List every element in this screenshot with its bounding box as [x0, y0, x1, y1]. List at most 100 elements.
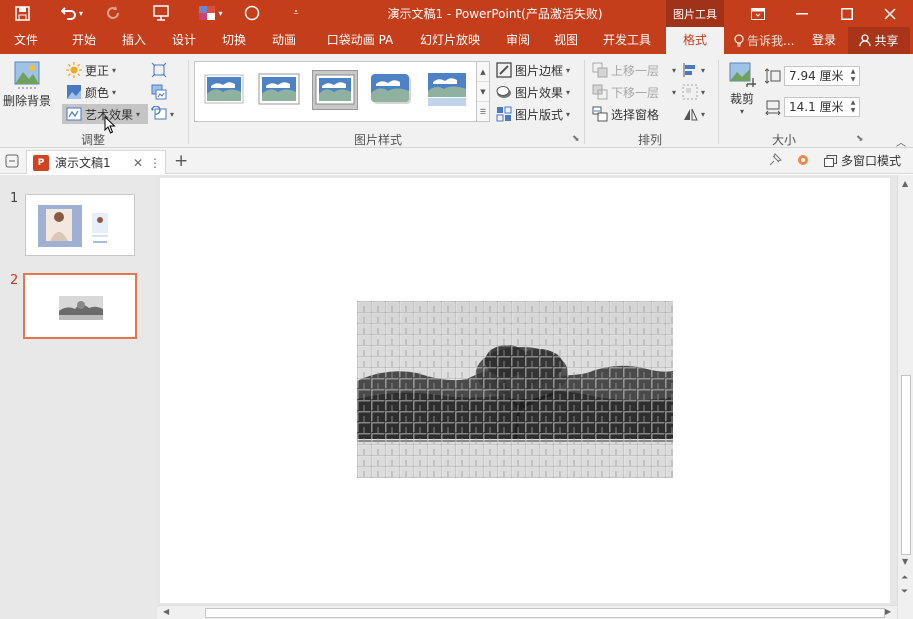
vertical-scroll-thumb[interactable]: [901, 375, 911, 555]
tab-list-icon[interactable]: [5, 154, 19, 171]
height-value: 7.94 厘米: [789, 69, 844, 83]
picture-layout-label: 图片版式: [515, 107, 564, 122]
slide-thumbnail-1[interactable]: [25, 194, 135, 256]
document-tab-name: 演示文稿1: [55, 156, 111, 170]
horizontal-scroll-thumb[interactable]: [205, 608, 885, 618]
scroll-right-icon[interactable]: ▶: [885, 607, 891, 616]
picture-border-icon: [496, 62, 512, 78]
dialog-launcher-icon[interactable]: ⬊: [856, 134, 864, 144]
slide-thumbnails-pane: 1 2: [0, 175, 157, 619]
tab-options-icon[interactable]: ⋮: [149, 156, 161, 170]
dialog-launcher-icon[interactable]: ⬊: [572, 134, 580, 144]
multi-window-label: 多窗口模式: [841, 154, 902, 168]
chevron-down-icon: ▾: [136, 109, 141, 119]
tab-animations[interactable]: 动画: [262, 27, 306, 54]
chevron-down-icon: ▾: [112, 87, 117, 97]
tab-format[interactable]: 格式: [666, 27, 724, 54]
scroll-down-icon[interactable]: ▼: [902, 557, 908, 566]
close-icon[interactable]: [867, 0, 913, 27]
redo-icon[interactable]: [104, 3, 124, 23]
artistic-effects-icon: [66, 106, 82, 122]
new-tab-icon[interactable]: +: [174, 151, 188, 171]
gallery-more-icon[interactable]: ☰: [477, 102, 489, 121]
pin-icon[interactable]: [768, 153, 782, 170]
compress-pictures-button[interactable]: [151, 60, 167, 80]
rotate-button[interactable]: ▾: [682, 104, 705, 124]
title-bar: ▾ ▾ ⩡ 演示文稿1 - PowerPoint(产品激活失败) 图片工具: [0, 0, 913, 27]
tell-me-search[interactable]: 告诉我...: [734, 27, 794, 54]
picture-style-option[interactable]: [312, 70, 358, 110]
share-button[interactable]: 共享: [848, 27, 910, 54]
picture-border-button[interactable]: 图片边框 ▾: [496, 60, 570, 80]
presentation-icon[interactable]: [150, 3, 172, 23]
gallery-scroll[interactable]: ▲ ▼ ☰: [476, 61, 490, 122]
collapse-ribbon-icon[interactable]: ︿: [896, 134, 906, 149]
width-spinner[interactable]: ▲ ▼: [847, 98, 859, 116]
horizontal-scrollbar[interactable]: ◀ ▶: [157, 605, 897, 619]
picture-style-option[interactable]: [201, 70, 247, 110]
arrange-group-label: 排列: [637, 133, 662, 147]
selection-pane-button[interactable]: 选择窗格: [592, 104, 659, 124]
minimize-icon[interactable]: [779, 0, 825, 27]
multi-window-mode-button[interactable]: 多窗口模式: [824, 152, 901, 169]
current-slide[interactable]: [160, 178, 890, 603]
crop-label: 裁剪: [729, 92, 754, 106]
document-tab[interactable]: P 演示文稿1 ✕ ⋮: [26, 150, 166, 174]
chevron-down-icon: ▾: [672, 87, 677, 97]
height-spinner[interactable]: ▲ ▼: [847, 67, 859, 85]
tab-insert[interactable]: 插入: [112, 27, 156, 54]
slide-picture-embossed-tree[interactable]: [357, 301, 673, 478]
bring-forward-button[interactable]: 上移一层 ▾: [592, 60, 676, 80]
group-button[interactable]: ▾: [682, 82, 705, 102]
picture-layout-button[interactable]: 图片版式 ▾: [496, 104, 570, 124]
bring-forward-label: 上移一层: [611, 63, 660, 78]
tab-review[interactable]: 审阅: [496, 27, 540, 54]
customize-qat-icon[interactable]: ⩡: [288, 3, 304, 23]
previous-slide-icon[interactable]: ⏶: [901, 573, 908, 583]
picture-style-option[interactable]: [256, 70, 302, 110]
tab-home[interactable]: 开始: [62, 27, 106, 54]
reset-picture-button[interactable]: ▾: [151, 104, 174, 124]
settings-gear-icon[interactable]: [796, 153, 810, 170]
remove-background-button[interactable]: 删除背景: [2, 60, 52, 109]
tab-design[interactable]: 设计: [162, 27, 206, 54]
tab-slideshow[interactable]: 幻灯片放映: [412, 27, 488, 54]
remove-background-label: 删除背景: [2, 94, 51, 108]
document-tab-strip: P 演示文稿1 ✕ ⋮ + 多窗口模式: [0, 148, 913, 174]
width-field[interactable]: 14.1 厘米 ▲ ▼: [784, 97, 860, 117]
theme-colors-icon[interactable]: ▾: [196, 3, 226, 23]
save-icon[interactable]: [10, 3, 34, 23]
window-title: 演示文稿1 - PowerPoint(产品激活失败): [387, 7, 603, 21]
maximize-icon[interactable]: [824, 0, 870, 27]
picture-styles-gallery: [194, 61, 477, 122]
shape-circle-icon[interactable]: [242, 3, 262, 23]
ribbon-display-options-icon[interactable]: [735, 0, 781, 27]
change-picture-button[interactable]: [151, 82, 167, 102]
close-tab-icon[interactable]: ✕: [133, 156, 143, 170]
tab-transitions[interactable]: 切换: [212, 27, 256, 54]
slide-editing-area: [157, 175, 897, 605]
ribbon: 删除背景 更正 ▾ 颜色 ▾ 艺术效果 ▾ ▾ 调整 ▲ ▼ ☰ 图片边框 ▾ …: [0, 54, 913, 149]
color-button[interactable]: 颜色 ▾: [66, 82, 116, 102]
undo-icon[interactable]: ▾: [55, 3, 89, 23]
align-button[interactable]: ▾: [682, 60, 705, 80]
slide-thumbnail-2[interactable]: [23, 273, 137, 339]
next-slide-icon[interactable]: ⏷: [901, 587, 908, 597]
gallery-down-icon[interactable]: ▼: [477, 82, 489, 102]
send-backward-button[interactable]: 下移一层 ▾: [592, 82, 676, 102]
scroll-left-icon[interactable]: ◀: [163, 607, 169, 616]
picture-effects-button[interactable]: 图片效果 ▾: [496, 82, 570, 102]
crop-button[interactable]: 裁剪 ▾: [724, 60, 760, 116]
gallery-up-icon[interactable]: ▲: [477, 62, 489, 82]
picture-style-option[interactable]: [424, 70, 470, 110]
vertical-scrollbar[interactable]: ▲ ▼ ⏶ ⏷: [897, 175, 913, 619]
corrections-button[interactable]: 更正 ▾: [66, 60, 116, 80]
tab-developer[interactable]: 开发工具: [594, 27, 660, 54]
login-link[interactable]: 登录: [812, 27, 836, 54]
tab-view[interactable]: 视图: [544, 27, 588, 54]
tab-pocket-animation[interactable]: 口袋动画 PA: [318, 27, 402, 54]
tab-file[interactable]: 文件: [4, 27, 48, 54]
height-field[interactable]: 7.94 厘米 ▲ ▼: [784, 66, 860, 86]
scroll-up-icon[interactable]: ▲: [902, 179, 908, 188]
picture-style-option[interactable]: [368, 70, 414, 110]
